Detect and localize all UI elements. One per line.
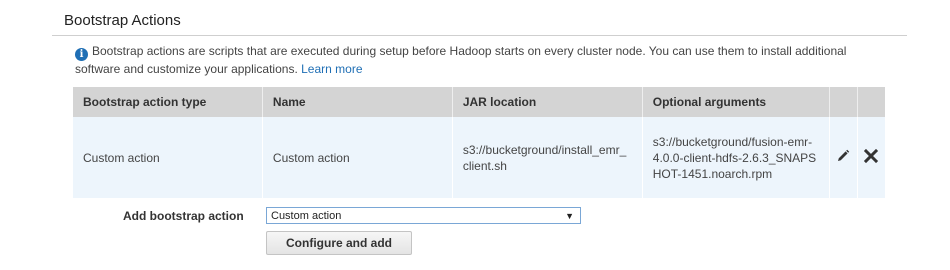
column-header-type: Bootstrap action type — [73, 87, 263, 117]
close-icon[interactable] — [864, 148, 879, 167]
cell-edit — [829, 117, 858, 198]
table-header-row: Bootstrap action type Name JAR location … — [73, 87, 885, 117]
info-message: i Bootstrap actions are scripts that are … — [75, 43, 895, 78]
cell-jar-location: s3://bucketground/install_emr_client.sh — [452, 117, 643, 198]
learn-more-link[interactable]: Learn more — [301, 62, 362, 76]
cell-delete — [857, 117, 885, 198]
add-bootstrap-action-label: Add bootstrap action — [123, 209, 244, 223]
table-row: Custom action Custom action s3://bucketg… — [73, 117, 885, 198]
dropdown-arrow-icon: ▼ — [565, 211, 574, 221]
column-header-delete — [857, 87, 885, 117]
info-text: Bootstrap actions are scripts that are e… — [75, 44, 847, 76]
cell-name: Custom action — [262, 117, 453, 198]
optional-arguments-text: s3://bucketground/fusion-emr-4.0.0-clien… — [652, 134, 817, 181]
cell-type: Custom action — [73, 117, 263, 198]
section-title: Bootstrap Actions — [64, 12, 181, 29]
bootstrap-action-select[interactable]: Custom action ▼ — [266, 207, 581, 224]
pencil-icon[interactable] — [836, 149, 850, 167]
configure-and-add-button[interactable]: Configure and add — [266, 231, 412, 255]
bootstrap-actions-table: Bootstrap action type Name JAR location … — [73, 87, 885, 198]
jar-location-text: s3://bucketground/install_emr_client.sh — [462, 142, 627, 173]
select-value: Custom action — [271, 210, 342, 222]
info-icon: i — [75, 48, 88, 61]
section-divider — [52, 35, 907, 36]
cell-optional-arguments: s3://bucketground/fusion-emr-4.0.0-clien… — [642, 117, 830, 198]
column-header-jar-location: JAR location — [452, 87, 643, 117]
column-header-edit — [829, 87, 858, 117]
column-header-name: Name — [262, 87, 453, 117]
column-header-optional-arguments: Optional arguments — [642, 87, 830, 117]
